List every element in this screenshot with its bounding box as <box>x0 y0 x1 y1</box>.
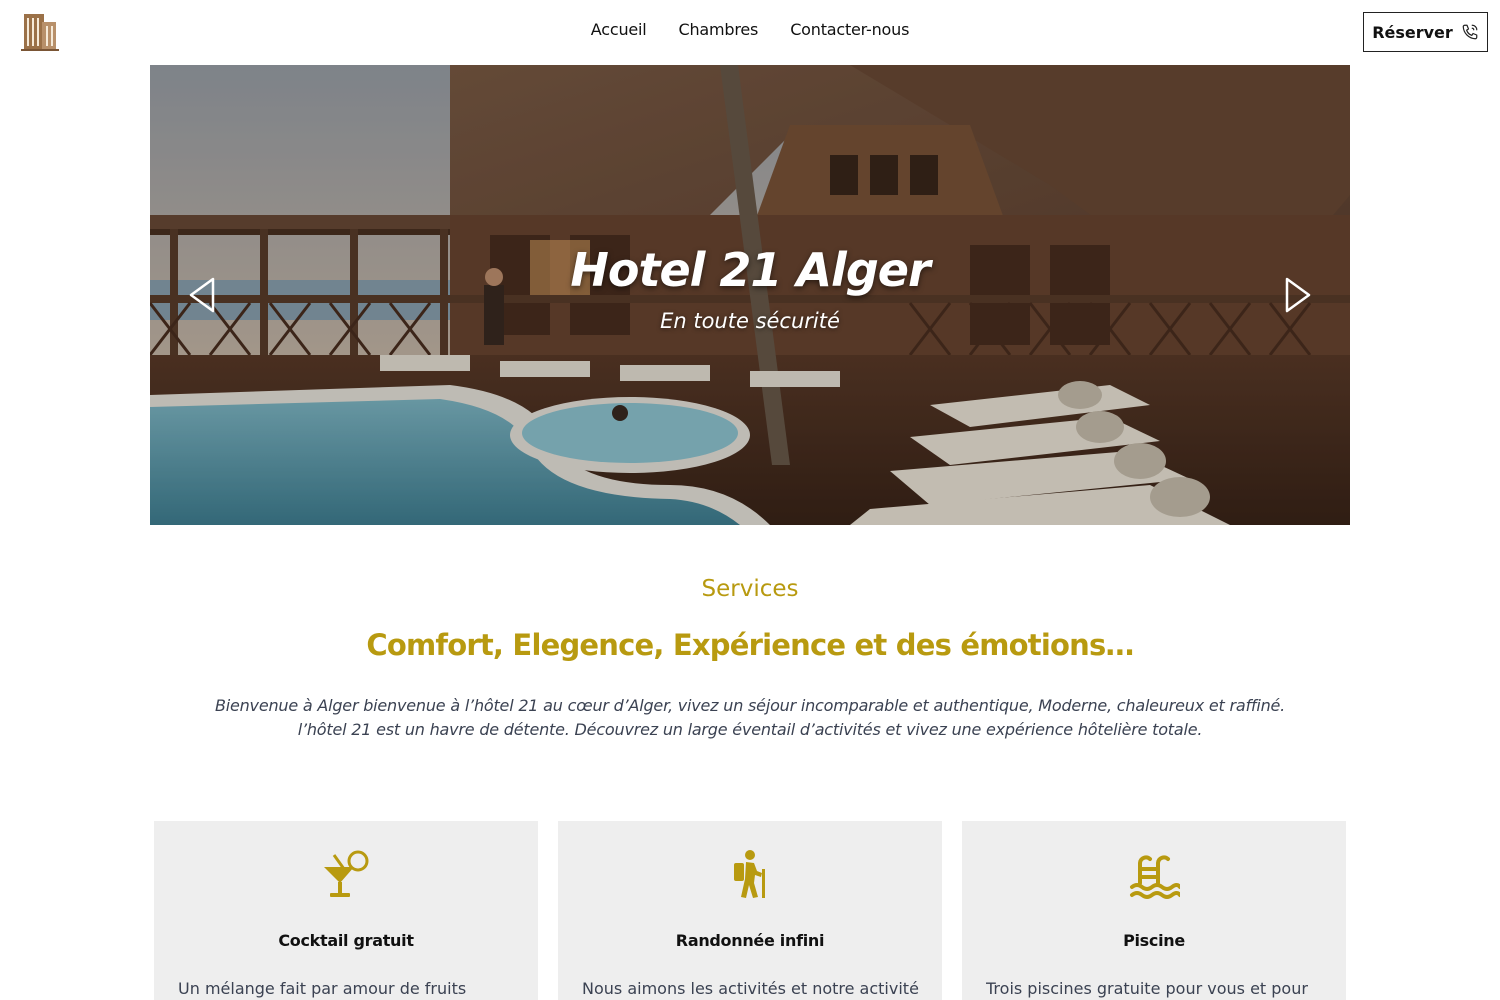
service-card-title: Cocktail gratuit <box>278 931 414 950</box>
reserve-button[interactable]: Réserver <box>1363 12 1488 52</box>
hiking-icon <box>734 850 765 898</box>
services-heading: Comfort, Elegence, Expérience et des émo… <box>366 628 1134 662</box>
service-card-text: Nous aimons les activités et notre activ… <box>582 979 919 998</box>
chevron-left-icon[interactable] <box>185 275 219 315</box>
hero-title: Hotel 21 Alger <box>570 243 930 297</box>
hero-subtitle: En toute sécurité <box>660 309 840 333</box>
cocktail-icon <box>324 850 369 897</box>
nav-link-chambres[interactable]: Chambres <box>679 20 759 39</box>
nav-link-contact[interactable]: Contacter-nous <box>790 20 909 39</box>
service-card-hiking[interactable]: Randonnée infini Nous aimons les activit… <box>558 821 942 1000</box>
service-card-title: Randonnée infini <box>675 931 825 950</box>
chevron-right-icon[interactable] <box>1281 275 1315 315</box>
nav-link-accueil[interactable]: Accueil <box>591 20 647 39</box>
main-nav: Accueil Chambres Contacter-nous <box>0 20 1500 39</box>
phone-call-icon <box>1462 24 1478 40</box>
service-cards: Cocktail gratuit Un mélange fait par amo… <box>154 821 1346 1000</box>
service-card-text: Trois piscines gratuite pour vous et pou… <box>986 979 1308 998</box>
hero-carousel: Hotel 21 Alger En toute sécurité <box>150 65 1350 525</box>
reserve-button-label: Réserver <box>1372 22 1453 42</box>
service-card-title: Piscine <box>1123 931 1185 950</box>
service-card-pool[interactable]: Piscine Trois piscines gratuite pour vou… <box>962 821 1346 1000</box>
site-header: Accueil Chambres Contacter-nous Réserver <box>0 0 1500 64</box>
services-description: Bienvenue à Alger bienvenue à l’hôtel 21… <box>214 696 1286 739</box>
service-card-cocktail[interactable]: Cocktail gratuit Un mélange fait par amo… <box>154 821 538 1000</box>
service-card-text: Un mélange fait par amour de fruits <box>178 979 467 998</box>
services-label: Services <box>701 576 799 602</box>
swimming-pool-icon <box>1130 855 1180 899</box>
